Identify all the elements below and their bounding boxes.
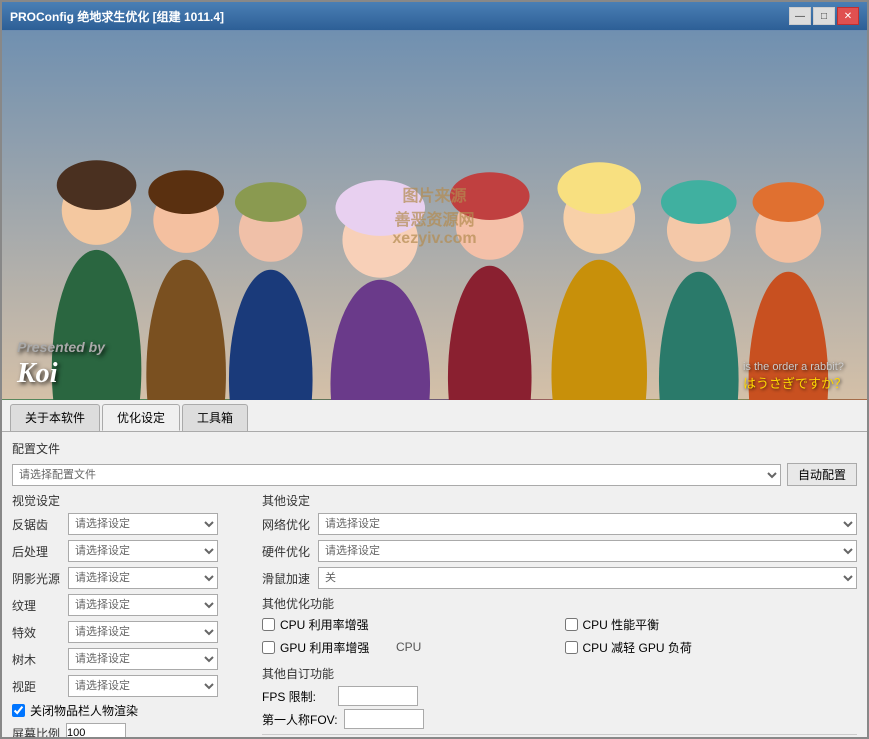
screen-ratio-row: 屏幕比例 xyxy=(12,723,252,737)
cpu-reduce-row: CPU 减轻 GPU 负荷 xyxy=(565,639,858,656)
mouse-select[interactable]: 关 xyxy=(318,567,857,589)
antialiasing-row: 反锯齿 请选择设定 xyxy=(12,513,252,535)
mouse-row: 滑鼠加速 关 xyxy=(262,567,857,589)
fov-label: 第一人称FOV: xyxy=(262,711,338,728)
tree-select[interactable]: 请选择设定 xyxy=(68,648,218,670)
effects-label: 特效 xyxy=(12,624,62,641)
mouse-label: 滑鼠加速 xyxy=(262,570,312,587)
main-window: PROConfig 绝地求生优化 [组建 1011.4] — □ ✕ xyxy=(0,0,869,739)
fps-row: FPS 限制: xyxy=(262,686,857,706)
postprocess-label: 后处理 xyxy=(12,543,62,560)
texture-label: 纹理 xyxy=(12,597,62,614)
config-file-select[interactable]: 请选择配置文件 xyxy=(12,464,781,486)
antialiasing-select[interactable]: 请选择设定 xyxy=(68,513,218,535)
right-panel: 其他设定 网络优化 请选择设定 硬件优化 请选择设定 滑鼠 xyxy=(262,492,857,737)
effects-select[interactable]: 请选择设定 xyxy=(68,621,218,643)
gpu-util-label: GPU 利用率增强 xyxy=(280,639,369,656)
screen-ratio-label: 屏幕比例 xyxy=(12,725,60,738)
banner-subtitle: is the order a rabbit? はうさぎですか？ xyxy=(743,357,847,392)
network-label: 网络优化 xyxy=(262,516,312,533)
window-title: PROConfig 绝地求生优化 [组建 1011.4] xyxy=(10,8,224,25)
visual-settings-title: 视觉设定 xyxy=(12,492,252,509)
cpu-balance-row: CPU 性能平衡 xyxy=(565,616,858,633)
cpu-balance-checkbox[interactable] xyxy=(565,618,578,631)
other-settings-section: 其他设定 网络优化 请选择设定 硬件优化 请选择设定 滑鼠 xyxy=(262,492,857,589)
inventory-render-checkbox[interactable] xyxy=(12,704,25,717)
fov-input[interactable] xyxy=(344,709,424,729)
shadow-select[interactable]: 请选择设定 xyxy=(68,567,218,589)
cpu-label: CPU xyxy=(396,640,421,654)
cpu-util-row: CPU 利用率增强 xyxy=(262,616,555,633)
network-row: 网络优化 请选择设定 xyxy=(262,513,857,535)
optimization-title: 其他优化功能 xyxy=(262,595,857,612)
auto-config-button[interactable]: 自动配置 xyxy=(787,463,857,486)
hardware-select[interactable]: 请选择设定 xyxy=(318,540,857,562)
tree-label: 树木 xyxy=(12,651,62,668)
tree-row: 树木 请选择设定 xyxy=(12,648,252,670)
viewdist-select[interactable]: 请选择设定 xyxy=(68,675,218,697)
texture-row: 纹理 请选择设定 xyxy=(12,594,252,616)
maximize-button[interactable]: □ xyxy=(813,7,835,25)
tab-optimize[interactable]: 优化设定 xyxy=(102,404,180,431)
tabs-bar: 关于本软件 优化设定 工具箱 xyxy=(2,400,867,432)
shadow-row: 阴影光源 请选择设定 xyxy=(12,567,252,589)
screen-ratio-input[interactable] xyxy=(66,723,126,737)
config-file-label: 配置文件 xyxy=(12,440,60,457)
optimization-section: 其他优化功能 CPU 利用率增强 CPU 性能平衡 GPU 利用率增强 xyxy=(262,595,857,659)
close-button[interactable]: ✕ xyxy=(837,7,859,25)
inventory-render-row: 关闭物品栏人物渲染 xyxy=(12,702,252,719)
antialiasing-label: 反锯齿 xyxy=(12,516,62,533)
main-layout: 视觉设定 反锯齿 请选择设定 后处理 请选择设定 阴影光源 xyxy=(12,492,857,737)
fps-input[interactable] xyxy=(338,686,418,706)
fov-row: 第一人称FOV: xyxy=(262,709,857,729)
hardware-row: 硬件优化 请选择设定 xyxy=(262,540,857,562)
left-panel: 视觉设定 反锯齿 请选择设定 后处理 请选择设定 阴影光源 xyxy=(12,492,252,737)
postprocess-row: 后处理 请选择设定 xyxy=(12,540,252,562)
shadow-label: 阴影光源 xyxy=(12,570,62,587)
cpu-reduce-checkbox[interactable] xyxy=(565,641,578,654)
config-file-row: 配置文件 xyxy=(12,440,857,457)
other-settings-title: 其他设定 xyxy=(262,492,857,509)
title-bar: PROConfig 绝地求生优化 [组建 1011.4] — □ ✕ xyxy=(2,2,867,30)
custom-title: 其他自订功能 xyxy=(262,665,857,682)
cpu-util-label: CPU 利用率增强 xyxy=(280,616,369,633)
banner-logo: Presented by Koi xyxy=(17,332,105,390)
banner-watermark: 图片来源 善恶资源网 xezyiv.com xyxy=(392,182,476,248)
window-controls: — □ ✕ xyxy=(789,7,859,25)
fps-label: FPS 限制: xyxy=(262,688,332,705)
gpu-util-checkbox[interactable] xyxy=(262,641,275,654)
custom-section: 其他自订功能 FPS 限制: 第一人称FOV: xyxy=(262,665,857,729)
viewdist-label: 视距 xyxy=(12,678,62,695)
cpu-reduce-label: CPU 减轻 GPU 负荷 xyxy=(583,639,692,656)
inventory-render-label: 关闭物品栏人物渲染 xyxy=(30,702,138,719)
postprocess-select[interactable]: 请选择设定 xyxy=(68,540,218,562)
tab-toolbox[interactable]: 工具箱 xyxy=(182,404,248,431)
effects-row: 特效 请选择设定 xyxy=(12,621,252,643)
config-select-row: 请选择配置文件 自动配置 xyxy=(12,463,857,486)
banner: 图片来源 善恶资源网 xezyiv.com Presented by Koi i… xyxy=(2,30,867,400)
content-area: 配置文件 请选择配置文件 自动配置 视觉设定 反锯齿 请选择设定 xyxy=(2,432,867,737)
visual-settings-section: 视觉设定 反锯齿 请选择设定 后处理 请选择设定 阴影光源 xyxy=(12,492,252,737)
optimization-grid: CPU 利用率增强 CPU 性能平衡 GPU 利用率增强 CPU 减轻 xyxy=(262,616,857,659)
cpu-balance-label: CPU 性能平衡 xyxy=(583,616,660,633)
network-select[interactable]: 请选择设定 xyxy=(318,513,857,535)
minimize-button[interactable]: — xyxy=(789,7,811,25)
cpu-util-checkbox[interactable] xyxy=(262,618,275,631)
viewdist-row: 视距 请选择设定 xyxy=(12,675,252,697)
hardware-label: 硬件优化 xyxy=(262,543,312,560)
tab-about[interactable]: 关于本软件 xyxy=(10,404,100,431)
texture-select[interactable]: 请选择设定 xyxy=(68,594,218,616)
